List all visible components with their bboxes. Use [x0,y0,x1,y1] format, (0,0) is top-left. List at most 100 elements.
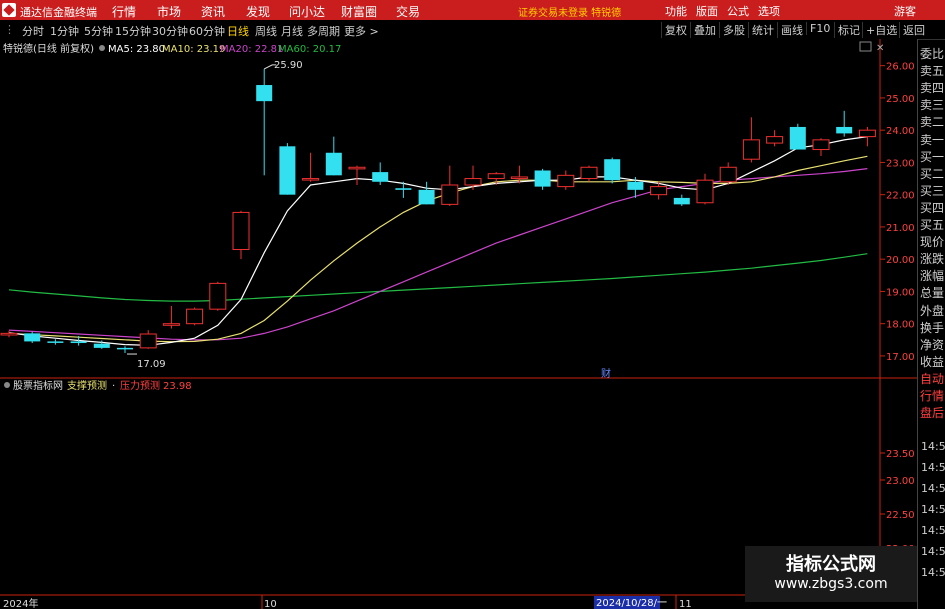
app-logo-icon [2,3,16,17]
menu-item-formula[interactable]: 公式 [727,3,749,19]
menu-item-discover[interactable]: 发现 [246,3,270,20]
close-icon[interactable]: ✕ [876,43,884,54]
sidebar-item: 卖二 [920,115,945,130]
period-1min[interactable]: 1分钟 [50,23,79,39]
menu-item-assistant[interactable]: 问小达 [289,3,325,20]
candle-body-up [209,282,227,310]
sidebar-item: 收益 [920,354,945,369]
price-tick-label: 18.00 [886,320,915,331]
app-name: 通达信金融终端 [20,6,97,19]
candle-body-up [650,186,668,196]
tool-adjust[interactable]: 复权 [661,22,690,38]
tool-mark[interactable]: 标记 [834,22,863,38]
price-tick-label: 26.00 [886,62,915,73]
candle-body-up [139,333,157,349]
candle-body-up [162,323,180,326]
tool-add-favorite[interactable]: +自选 [862,22,900,38]
candle-body-up [348,166,366,170]
tool-stats[interactable]: 统计 [748,22,777,38]
candle-body-down [604,159,621,181]
menu-item-functions[interactable]: 功能 [665,3,687,19]
candle-body-up [580,166,598,180]
period-daily[interactable]: 日线 [227,23,249,39]
settings-dot-icon[interactable] [99,45,105,51]
indicator-settings-icon[interactable] [4,382,10,388]
period-30min[interactable]: 30分钟 [152,23,188,39]
candle-body-down [256,85,273,102]
candle-body-down [418,189,435,205]
indicator-tick-label: 23.00 [886,476,915,487]
event-marker[interactable]: 财 [601,367,611,380]
sidebar-time: 14:50 [921,440,945,453]
menu-item-options[interactable]: 选项 [758,3,780,19]
price-tick-label: 19.00 [886,287,915,298]
sidebar-time: 14:50 [921,524,945,537]
sidebar-item: 买三 [920,183,945,198]
menu-item-news[interactable]: 资讯 [201,3,225,20]
candle-body-up [464,178,482,186]
candle-body-up [510,176,528,180]
candle-body-down [24,333,41,342]
menu-item-guest[interactable]: 游客 [894,3,916,19]
support-label: 支撑预测 [67,379,107,392]
sidebar-time: 14:50 [921,545,945,558]
candle-body-up [186,308,204,325]
period-intraday[interactable]: 分时 [22,23,44,39]
ma10-label: MA10: 23.19 [162,44,225,55]
login-notice[interactable]: 证券交易未登录 特锐德 [518,4,621,19]
candle-body-down [325,152,342,176]
high-price-annotation: 25.90 [274,60,303,71]
tool-f10[interactable]: F10 [806,22,833,35]
candle-body-up [858,129,876,138]
candle-body-down [789,126,806,150]
period-multi[interactable]: 多周期 [307,23,340,39]
price-tick-label: 23.00 [886,158,915,169]
tool-draw[interactable]: 画线 [777,22,806,38]
sidebar-item: 卖一 [920,132,945,147]
period-monthly[interactable]: 月线 [281,23,303,39]
sidebar-item[interactable]: 自动 [920,370,944,387]
period-15min[interactable]: 15分钟 [115,23,151,39]
candle-body-up [487,173,505,180]
tool-back[interactable]: 返回 [899,22,928,38]
watermark-url: www.zbgs3.com [774,576,888,592]
candle-body-up [441,184,459,205]
price-tick-label: 25.00 [886,94,915,105]
stock-title[interactable]: 特锐德(日线 前复权) [3,42,94,55]
tool-multi-stock[interactable]: 多股 [719,22,748,38]
candle-body-up [232,211,250,251]
candle-body-up [812,139,830,151]
menu-item-market[interactable]: 行情 [112,3,136,20]
x-label-oct: 10 [264,599,277,609]
candle-body-up [0,332,18,336]
price-tick-label: 24.00 [886,126,915,137]
sidebar-item[interactable]: 行情 [920,387,944,404]
price-tick-label: 21.00 [886,223,915,234]
price-tick-label: 17.00 [886,352,915,363]
sidebar-item: 换手 [920,320,945,335]
quote-sidebar: 委比 卖五 卖四 卖三 卖二 卖一 买一 买二 买三 买四 买五 现价 涨跌 涨幅 总量 外盘 换手 净资 收益 自动… [917,39,945,609]
candle-body-down [372,172,389,182]
period-toolbar: ⋮ 分时 1分钟 5分钟 15分钟 30分钟 60分钟 日线 周线 月线 多周期… [0,20,945,40]
menu-item-layout[interactable]: 版面 [696,3,718,19]
menu-item-trade[interactable]: 交易 [396,3,420,20]
menu-item-exchange[interactable]: 市场 [157,3,181,20]
candle-body-down [117,347,133,350]
tool-overlay[interactable]: 叠加 [690,22,719,38]
sidebar-item: 买四 [920,200,945,215]
period-60min[interactable]: 60分钟 [189,23,225,39]
indicator-tick-label: 22.50 [886,510,915,521]
menu-item-wealth-circle[interactable]: 财富圈 [341,3,377,20]
low-price-annotation: 17.09 [137,359,166,370]
candle-body-down [47,341,64,343]
sidebar-item: 净资 [920,337,945,352]
period-weekly[interactable]: 周线 [255,23,277,39]
sidebar-item[interactable]: 盘后 [920,404,944,421]
period-more[interactable]: 更多 > [344,23,379,39]
indicator-tick-label: 23.50 [886,449,915,460]
kline-chart[interactable]: 26.00 25.00 24.00 23.00 22.00 21.00 20.00 19.00… [0,39,917,609]
indicator-name[interactable]: 股票指标网 [13,379,63,392]
toolbar-grip-icon: ⋮ [4,23,15,36]
period-5min[interactable]: 5分钟 [84,23,113,39]
candle-body-up [766,136,784,144]
